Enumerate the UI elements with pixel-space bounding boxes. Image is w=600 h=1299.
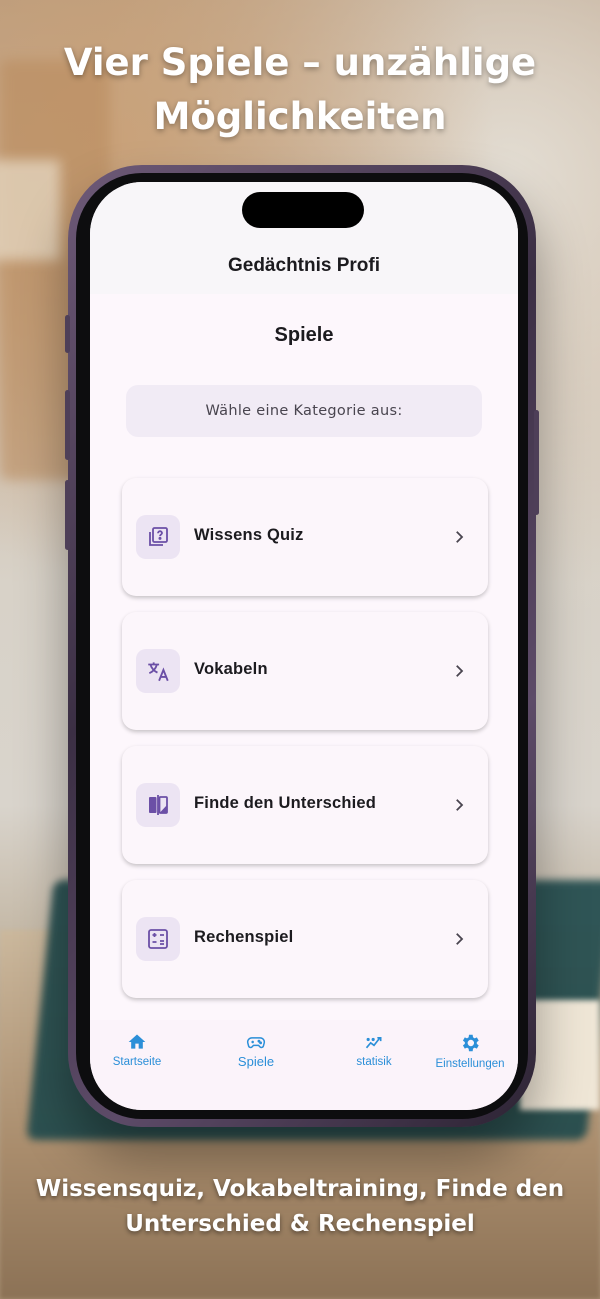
- quiz-icon: [136, 515, 180, 559]
- game-card-vokabeln[interactable]: Vokabeln: [122, 612, 488, 730]
- gamepad-icon: [246, 1037, 266, 1049]
- nav-item-spiele[interactable]: Spiele: [206, 1032, 306, 1069]
- phone-frame: Gedächtnis Profi Spiele Wähle eine Kateg…: [65, 165, 539, 1127]
- headline-line-1: Vier Spiele – unzählige: [63, 41, 537, 84]
- category-prompt-box: Wähle eine Kategorie aus:: [126, 385, 482, 437]
- phone-volume-down-button: [65, 480, 70, 550]
- chevron-right-icon: [456, 933, 464, 945]
- promo-subline: Wissensquiz, Vokabeltraining, Finde den …: [0, 1172, 600, 1242]
- phone-power-button: [534, 410, 539, 515]
- bottom-navigation: Startseite Spiele statisik Einstellungen: [90, 1020, 518, 1110]
- promo-headline: Vier Spiele – unzählige Möglichkeiten: [0, 36, 600, 144]
- app-screen: Gedächtnis Profi Spiele Wähle eine Kateg…: [90, 182, 518, 1110]
- phone-action-button: [65, 315, 70, 353]
- game-card-label: Wissens Quiz: [194, 526, 304, 544]
- nav-label: Einstellungen: [435, 1058, 505, 1070]
- phone-volume-up-button: [65, 390, 70, 460]
- game-card-label: Finde den Unterschied: [194, 794, 377, 812]
- nav-label: statisik: [356, 1056, 392, 1068]
- calculator-icon: [136, 917, 180, 961]
- subline-line-2: Unterschied & Rechenspiel: [125, 1211, 475, 1237]
- game-card-finde-den-unterschied[interactable]: Finde den Unterschied: [122, 746, 488, 864]
- app-bar: Gedächtnis Profi: [90, 182, 518, 294]
- game-card-rechenspiel[interactable]: Rechenspiel: [122, 880, 488, 998]
- game-card-label: Rechenspiel: [194, 928, 294, 946]
- nav-label: Spiele: [237, 1054, 275, 1069]
- compare-icon: [136, 783, 180, 827]
- page-title: Spiele: [274, 324, 334, 346]
- translate-icon: [136, 649, 180, 693]
- chevron-right-icon: [456, 665, 464, 677]
- background-paper: [0, 160, 60, 260]
- nav-item-startseite[interactable]: Startseite: [90, 1032, 187, 1068]
- chevron-right-icon: [456, 799, 464, 811]
- gear-icon: [462, 1034, 479, 1052]
- dynamic-island: [242, 192, 364, 228]
- headline-line-2: Möglichkeiten: [153, 95, 447, 138]
- app-title: Gedächtnis Profi: [227, 255, 381, 276]
- nav-item-statisik[interactable]: statisik: [324, 1032, 424, 1068]
- nav-label: Startseite: [112, 1056, 162, 1068]
- chevron-right-icon: [456, 531, 464, 543]
- subline-line-1: Wissensquiz, Vokabeltraining, Finde den: [35, 1176, 565, 1202]
- home-icon: [128, 1034, 146, 1049]
- category-prompt-text: Wähle eine Kategorie aus:: [205, 403, 403, 419]
- promo-page: Vier Spiele – unzählige Möglichkeiten Ge…: [0, 0, 600, 1299]
- stats-icon: [365, 1037, 382, 1049]
- game-card-wissens-quiz[interactable]: Wissens Quiz: [122, 478, 488, 596]
- nav-item-einstellungen[interactable]: Einstellungen: [420, 1032, 518, 1070]
- game-card-label: Vokabeln: [194, 660, 268, 678]
